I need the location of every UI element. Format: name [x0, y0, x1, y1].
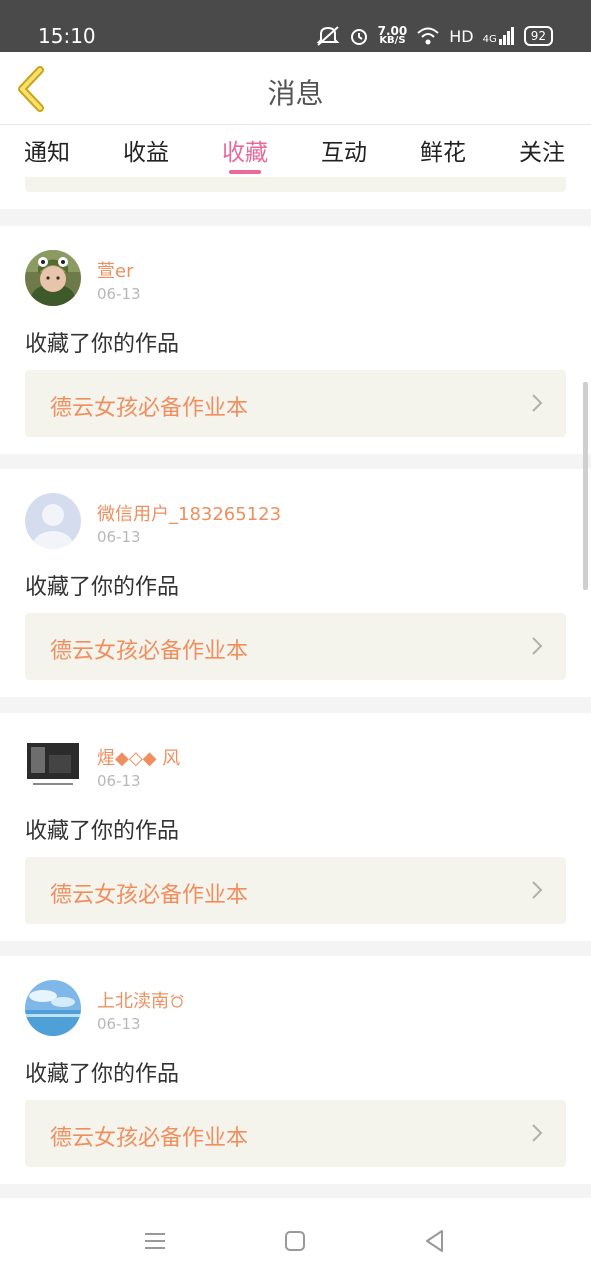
status-time: 15:10 [38, 24, 96, 48]
list-item: 微信用户_183265123 06-13 收藏了你的作品 德云女孩必备作业本 [0, 469, 591, 697]
work-title: 德云女孩必备作业本 [50, 1126, 249, 1151]
dark-photo-icon [25, 737, 81, 793]
default-user-icon [25, 493, 81, 549]
signal-icon: 4G [483, 27, 515, 45]
network-speed: 7.00 KB/S [377, 24, 408, 46]
tab-active-indicator [229, 170, 261, 174]
work-title: 德云女孩必备作业本 [50, 639, 249, 664]
message-text: 收藏了你的作品 [25, 575, 180, 600]
tab-follow[interactable]: 关注 [519, 133, 565, 167]
message-date: 06-13 [97, 285, 141, 303]
status-bar: 15:10 7.00 KB/S HD 4G 92 [0, 0, 591, 52]
list-item: 煋◆◇◆ 风 06-13 收藏了你的作品 德云女孩必备作业本 [0, 713, 591, 941]
tab-interaction[interactable]: 互动 [321, 133, 367, 167]
system-nav-bar [0, 1198, 591, 1280]
menu-icon[interactable] [142, 1228, 168, 1254]
tab-favorites[interactable]: 收藏 [222, 133, 268, 167]
message-date: 06-13 [97, 528, 141, 546]
work-title: 德云女孩必备作业本 [50, 883, 249, 908]
username[interactable]: 煋◆◇◆ 风 [97, 744, 180, 770]
list-item: 萱er 06-13 收藏了你的作品 德云女孩必备作业本 [0, 226, 591, 454]
work-link[interactable]: 德云女孩必备作业本 [25, 613, 566, 680]
tab-earnings[interactable]: 收益 [123, 133, 169, 167]
status-icons: 7.00 KB/S HD 4G 92 [316, 23, 553, 49]
alarm-clock-icon [350, 29, 367, 45]
username[interactable]: 微信用户_183265123 [97, 500, 281, 526]
tab-flowers[interactable]: 鲜花 [420, 133, 466, 167]
battery-indicator: 92 [523, 26, 553, 46]
app-bar: 消息 [0, 52, 591, 125]
list-item [0, 177, 591, 209]
list-item: 上北渎南 06-13 收藏了你的作品 德云女孩必备作业本 [0, 956, 591, 1184]
chevron-right-icon [532, 881, 543, 899]
scrollbar[interactable] [583, 382, 588, 590]
work-link[interactable]: 德云女孩必备作业本 [25, 1100, 566, 1167]
avatar[interactable] [25, 493, 81, 549]
message-date: 06-13 [97, 772, 141, 790]
work-link[interactable] [25, 177, 566, 192]
child-photo-icon [25, 250, 81, 306]
avatar[interactable] [25, 250, 81, 306]
username[interactable]: 上北渎南 [97, 987, 184, 1013]
mute-bell-icon [316, 26, 340, 46]
page-title: 消息 [267, 77, 324, 110]
alarm-symbol-icon [170, 994, 184, 1008]
back-icon[interactable] [422, 1228, 448, 1254]
message-text: 收藏了你的作品 [25, 332, 180, 357]
message-date: 06-13 [97, 1015, 141, 1033]
username[interactable]: 萱er [97, 257, 133, 283]
chevron-right-icon [532, 637, 543, 655]
tab-notify[interactable]: 通知 [24, 133, 70, 167]
message-text: 收藏了你的作品 [25, 1062, 180, 1087]
wifi-icon [417, 27, 439, 45]
work-title: 德云女孩必备作业本 [50, 396, 249, 421]
sky-photo-icon [25, 980, 81, 1036]
work-link[interactable]: 德云女孩必备作业本 [25, 370, 566, 437]
home-icon[interactable] [282, 1228, 308, 1254]
avatar[interactable] [25, 737, 81, 793]
hd-indicator: HD [449, 26, 474, 46]
tab-bar: 通知 收益 收藏 互动 鲜花 关注 [0, 125, 591, 177]
work-link[interactable]: 德云女孩必备作业本 [25, 857, 566, 924]
chevron-right-icon [532, 394, 543, 412]
chevron-right-icon [532, 1124, 543, 1142]
avatar[interactable] [25, 980, 81, 1036]
message-text: 收藏了你的作品 [25, 819, 180, 844]
